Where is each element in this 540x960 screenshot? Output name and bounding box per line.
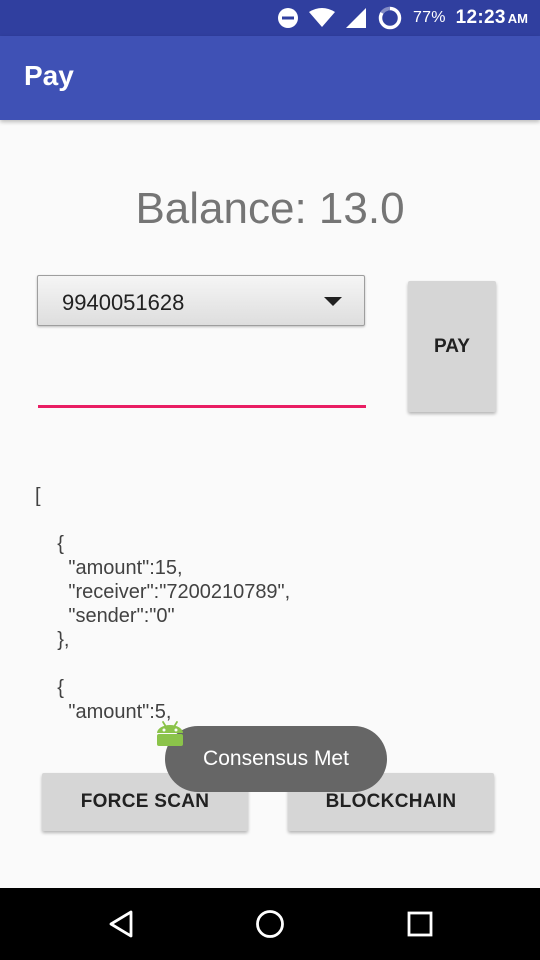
amount-input[interactable] bbox=[38, 360, 366, 408]
clock: 12:23 AM bbox=[456, 7, 528, 29]
blockchain-text-line bbox=[35, 652, 505, 676]
blockchain-text-line: "sender":"0" bbox=[35, 605, 175, 627]
do-not-disturb-icon bbox=[277, 7, 299, 29]
clock-ampm: AM bbox=[507, 11, 528, 26]
blockchain-text: [ { "amount":15, "receiver":"7200210789"… bbox=[35, 484, 505, 724]
back-button[interactable] bbox=[100, 902, 144, 946]
recents-button[interactable] bbox=[398, 902, 442, 946]
blockchain-text-line: { bbox=[35, 533, 64, 555]
blockchain-text-line: }, bbox=[35, 629, 70, 651]
blockchain-text-line: "amount":15, bbox=[35, 557, 183, 579]
app-title: Pay bbox=[24, 60, 74, 91]
blockchain-text-line bbox=[35, 508, 505, 532]
signal-icon bbox=[345, 7, 367, 29]
app-bar: Pay bbox=[0, 36, 540, 120]
balance-label: Balance: 13.0 bbox=[135, 184, 405, 233]
clock-time: 12:23 bbox=[455, 7, 506, 28]
wifi-icon bbox=[309, 8, 336, 28]
home-button[interactable] bbox=[248, 902, 292, 946]
dropdown-arrow-icon bbox=[324, 297, 342, 306]
blockchain-text-line: "receiver":"7200210789", bbox=[35, 581, 291, 603]
pay-button[interactable]: PAY bbox=[408, 281, 496, 412]
recipient-spinner[interactable]: 9940051628 bbox=[37, 275, 365, 326]
recipient-spinner-value: 9940051628 bbox=[62, 290, 185, 315]
navigation-bar bbox=[0, 888, 540, 960]
status-bar: 77% 12:23 AM bbox=[0, 0, 540, 36]
recents-icon bbox=[407, 911, 433, 937]
toast: Consensus Met bbox=[165, 726, 387, 792]
blockchain-text-line: [ bbox=[35, 485, 41, 507]
home-icon bbox=[256, 910, 284, 938]
back-icon bbox=[109, 910, 133, 938]
android-icon bbox=[154, 716, 186, 753]
battery-percentage: 77% bbox=[413, 9, 446, 26]
blockchain-text-line: { bbox=[35, 677, 64, 699]
toast-message: Consensus Met bbox=[203, 747, 349, 770]
battery-icon bbox=[377, 5, 403, 31]
blockchain-text-line: "amount":5, bbox=[35, 701, 172, 723]
status-icons: 77% 12:23 AM bbox=[277, 0, 528, 36]
